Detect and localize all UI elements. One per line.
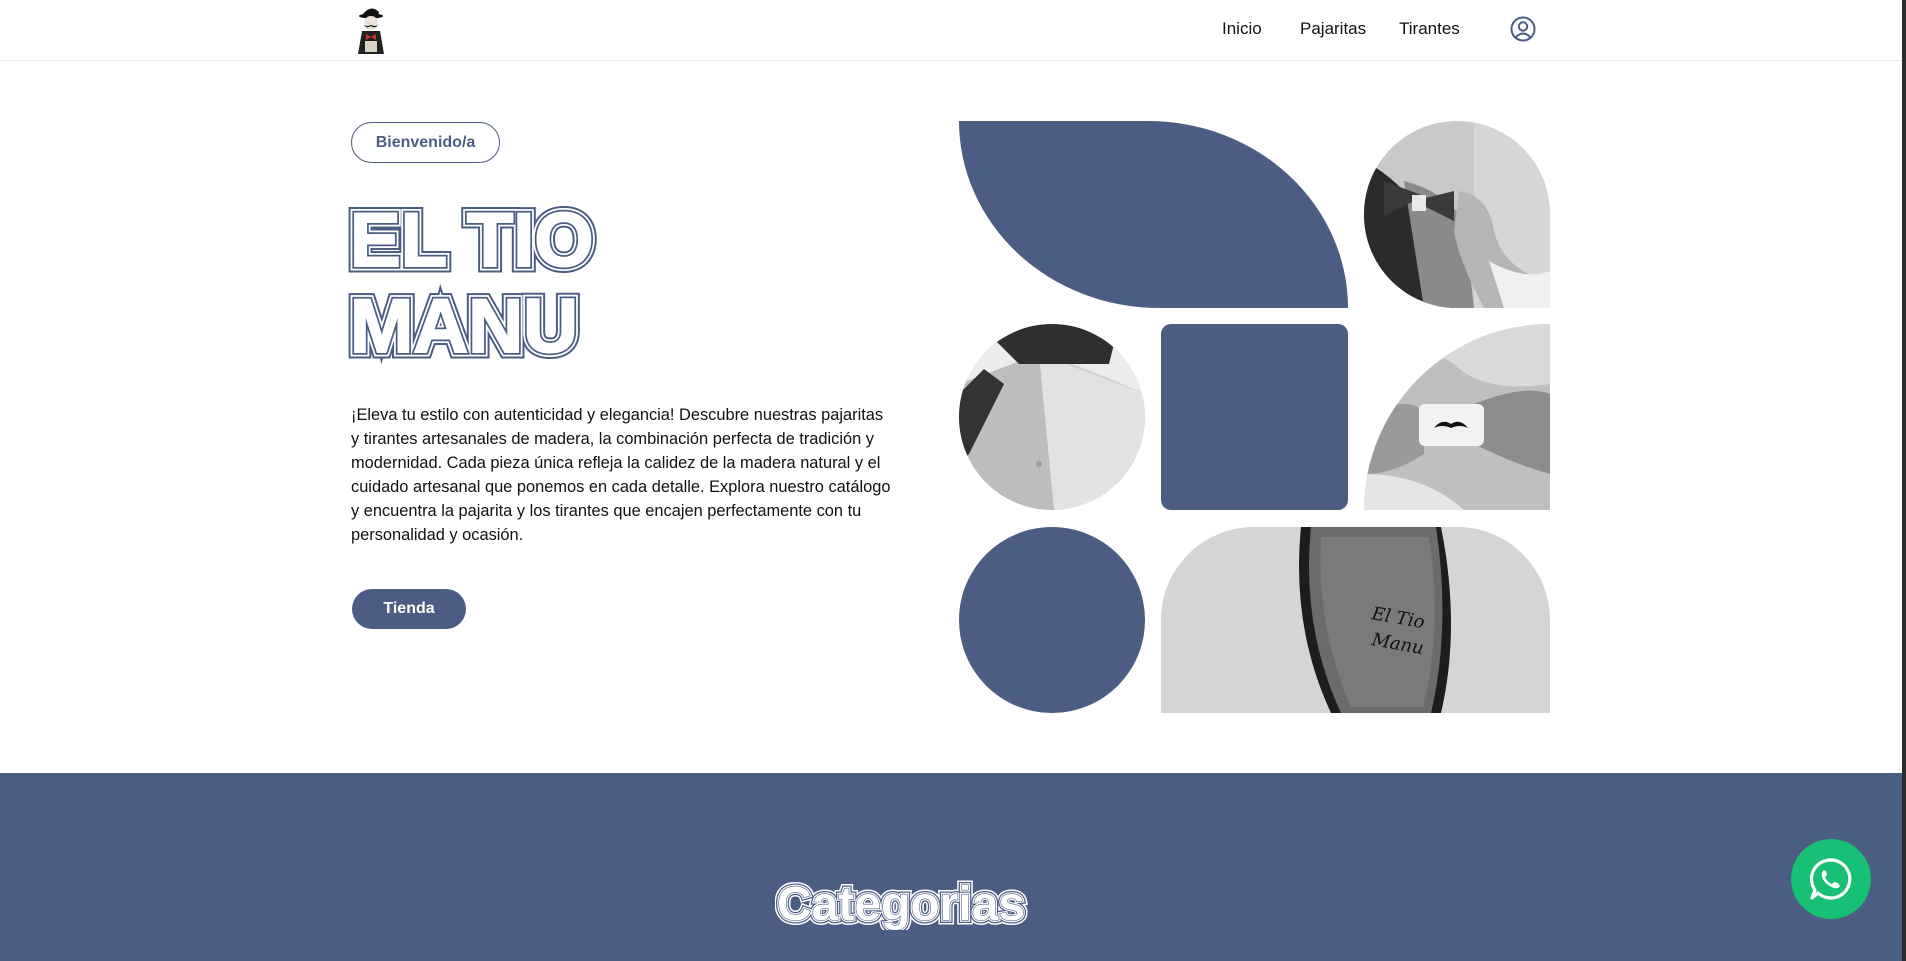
categories-title-fill: Categorias bbox=[777, 878, 1025, 930]
nav-pajaritas[interactable]: Pajaritas bbox=[1300, 19, 1366, 41]
hero-title-line2-fill: MANU bbox=[350, 284, 578, 368]
welcome-badge: Bienvenido/a bbox=[351, 122, 500, 163]
user-circle-icon[interactable] bbox=[1510, 16, 1536, 42]
shop-button[interactable]: Tienda bbox=[352, 589, 466, 629]
whatsapp-icon bbox=[1809, 858, 1852, 900]
nav-tirantes[interactable]: Tirantes bbox=[1399, 19, 1460, 41]
nav-inicio[interactable]: Inicio bbox=[1222, 19, 1262, 41]
whatsapp-button[interactable] bbox=[1791, 839, 1871, 919]
page-scrollbar[interactable] bbox=[1902, 0, 1906, 961]
brand-circle bbox=[959, 527, 1145, 713]
shirt-photo bbox=[959, 324, 1145, 510]
categories-section bbox=[0, 773, 1902, 961]
hero-title: EL TIO EL TIO EL TIO EL TIO EL TIO MANU … bbox=[348, 198, 600, 368]
site-header: Inicio Pajaritas Tirantes bbox=[0, 0, 1902, 61]
bow-tie-photo-1 bbox=[1364, 121, 1550, 308]
brand-square bbox=[1161, 324, 1348, 510]
mustache-man-logo-icon[interactable] bbox=[351, 4, 391, 56]
hero-description: ¡Eleva tu estilo con autenticidad y eleg… bbox=[351, 406, 891, 545]
mustache-bow-tie-photo bbox=[1364, 324, 1550, 510]
hero-title-line1-fill: EL TIO bbox=[350, 198, 594, 283]
wooden-engraving-photo: El Tio Manu bbox=[1161, 527, 1550, 713]
categories-title: Categorias Categorias Categorias Categor… bbox=[775, 874, 1030, 930]
leaf-shape bbox=[959, 121, 1348, 308]
